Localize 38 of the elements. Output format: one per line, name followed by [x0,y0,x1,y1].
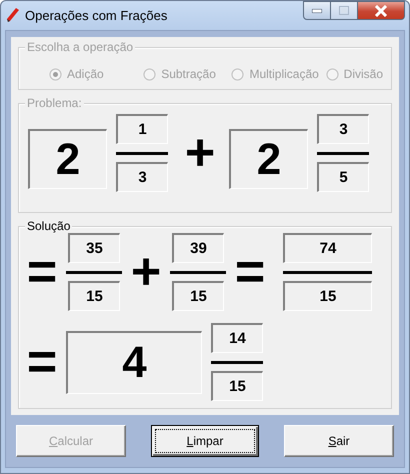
numerator: 39 [172,233,224,263]
whole-number: 2 [229,129,308,189]
window-title: Operações com Frações [25,8,168,22]
close-icon [374,4,388,16]
minimize-button[interactable] [303,1,331,20]
denominator: 3 [116,162,168,192]
denominator: 15 [211,371,263,401]
operator-sign: = [234,252,266,292]
group-label: Problema: [25,96,84,110]
group-label: Solução [25,219,72,233]
maximize-button[interactable] [331,1,358,20]
numerator: 14 [211,323,263,353]
numerator: 3 [317,114,369,144]
numerator: 35 [68,233,120,263]
operator-sign: + [130,252,162,292]
numerator: 74 [283,233,372,263]
denominator: 15 [172,281,224,311]
maximize-icon [339,6,349,15]
pencil-icon [6,7,20,23]
whole-number: 2 [28,129,107,189]
close-button[interactable] [358,1,405,20]
operator-sign: + [185,133,215,173]
operator-sign: = [26,252,58,292]
group-label: Escolha a operação [25,40,136,54]
denominator: 15 [283,281,372,311]
whole-number: 4 [66,330,202,394]
denominator: 15 [68,281,120,311]
minimize-icon [312,8,322,12]
fraction-bar [66,271,122,274]
denominator: 5 [317,162,369,192]
fraction-bar [211,361,263,364]
form-button[interactable]: Sair [284,425,394,457]
form-button[interactable]: Limpar [151,425,259,457]
fraction-bar [317,152,369,155]
numerator: 1 [116,114,168,144]
fraction-bar [170,271,226,274]
fraction-bar [116,152,168,155]
operator-sign: = [26,342,58,382]
